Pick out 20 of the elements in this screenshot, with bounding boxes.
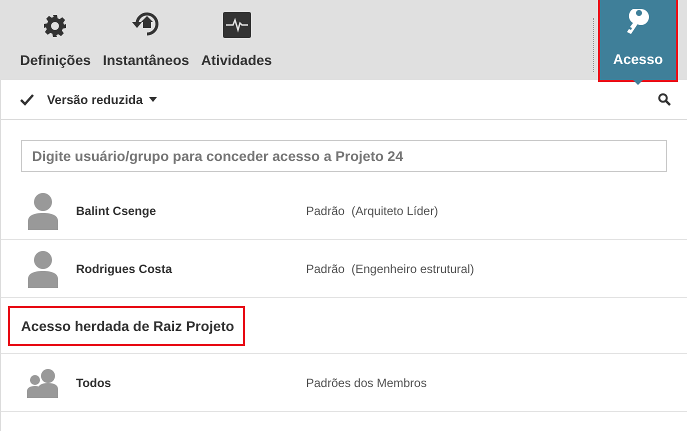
member-name: Todos xyxy=(76,376,112,390)
view-dropdown[interactable]: Versão reduzida xyxy=(47,92,157,106)
member-name: Balint Csenge xyxy=(76,204,158,218)
activity-monitor-icon xyxy=(222,12,251,38)
toolbar-tab[interactable]: Definições xyxy=(14,0,97,80)
member-role: Padrões dos Membros xyxy=(306,376,427,390)
toolbar-tab[interactable]: Instantâneos xyxy=(96,0,196,80)
member-name: Rodrigues Costa xyxy=(76,262,174,276)
caret-icon xyxy=(148,97,157,102)
user-icon xyxy=(27,192,59,230)
toolbar-tab[interactable]: Atividades xyxy=(195,0,278,80)
user-icon xyxy=(27,250,59,288)
grant-access-field[interactable]: Digite usuário/grupo para conceder acesso a Projeto 24 xyxy=(21,140,667,172)
search-icon[interactable] xyxy=(658,93,671,106)
member-role: Padrão (Engenheiro estrutural) xyxy=(306,262,474,276)
member-role: Padrão (Arquiteto Líder) xyxy=(306,204,438,218)
section-heading: Acesso herdada de Raiz Projeto xyxy=(10,308,244,344)
group-icon xyxy=(27,368,59,398)
key-icon xyxy=(626,9,650,37)
gear-icon xyxy=(43,14,68,38)
